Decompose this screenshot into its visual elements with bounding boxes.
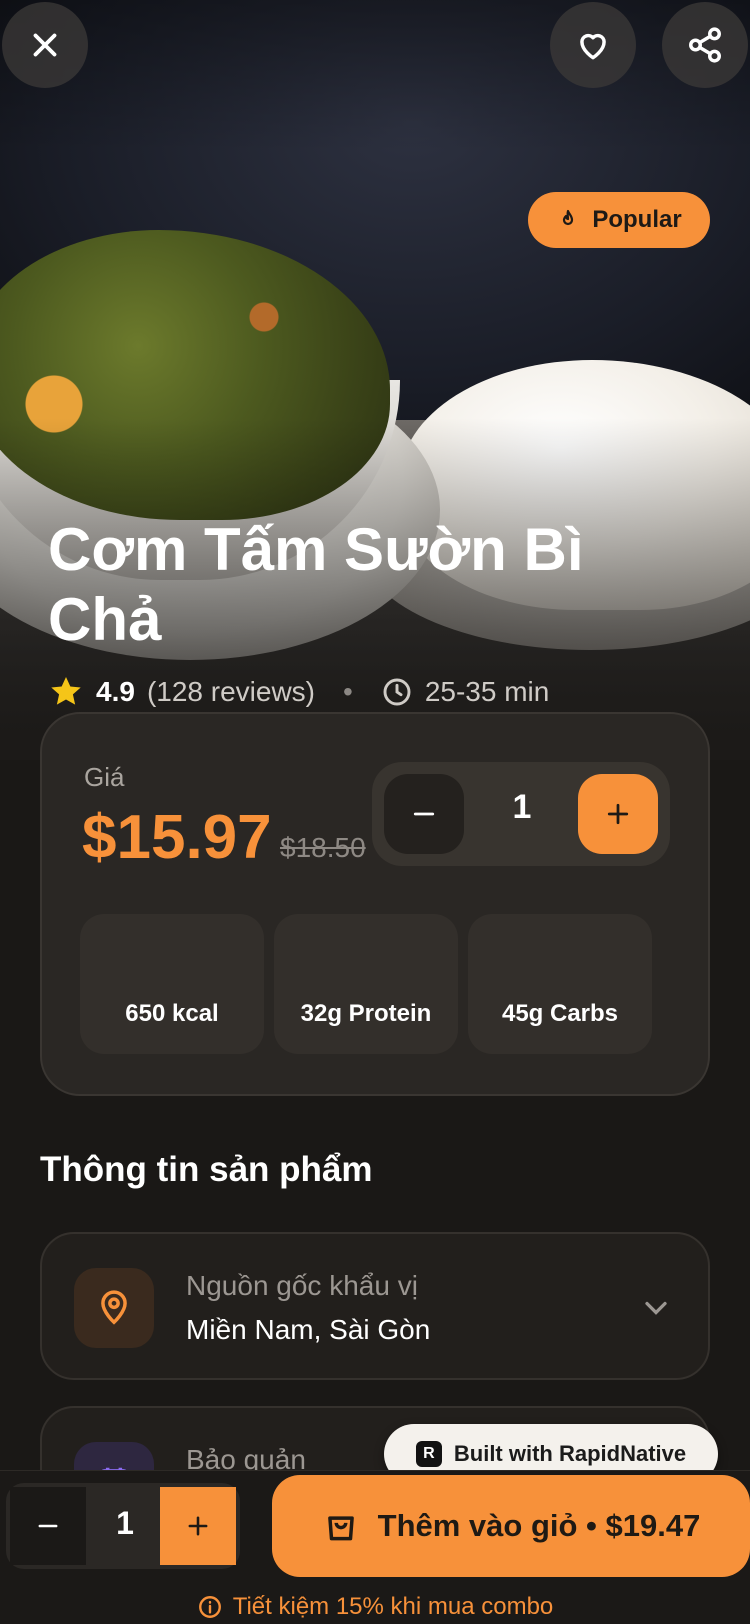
close-icon xyxy=(33,33,57,57)
bottom-decrease-button[interactable] xyxy=(10,1487,86,1565)
bottom-quantity-stepper: 1 xyxy=(6,1483,240,1569)
share-button[interactable] xyxy=(662,2,748,88)
origin-info-card[interactable]: Nguồn gốc khẩu vị Miền Nam, Sài Gòn xyxy=(40,1232,710,1380)
nutrition-calories: 650 kcal xyxy=(80,914,264,1054)
built-with-label: Built with RapidNative xyxy=(453,1441,687,1466)
minus-icon xyxy=(38,1524,58,1528)
info-icon-box xyxy=(74,1268,154,1348)
quantity-value: 1 xyxy=(512,788,532,826)
price-card: Giá $15.97 $18.50 1 650 kcal 32g Protein… xyxy=(40,712,710,1096)
origin-label: Nguồn gốc khẩu vị xyxy=(186,1270,418,1301)
origin-value: Miền Nam, Sài Gòn xyxy=(186,1314,431,1345)
rapidnative-logo: R xyxy=(415,1441,442,1467)
star-icon xyxy=(51,677,81,705)
share-icon xyxy=(689,27,721,63)
nutrition-protein: 32g Protein xyxy=(274,914,458,1054)
info-icon xyxy=(198,1596,221,1618)
dish-meta: 4.9 (128 reviews) • 25-35 min xyxy=(48,668,549,716)
decrease-button[interactable] xyxy=(384,774,464,854)
increase-button[interactable] xyxy=(578,774,658,854)
shopping-bag-icon xyxy=(327,1516,354,1541)
favorite-button[interactable] xyxy=(550,2,636,88)
add-to-cart-label: Thêm vào giỏ • $19.47 xyxy=(377,1508,701,1543)
delivery-time: 25-35 min xyxy=(424,676,550,707)
price-label: Giá xyxy=(84,762,125,792)
bottom-increase-button[interactable] xyxy=(160,1487,236,1565)
nutrition-carbs: 45g Carbs xyxy=(468,914,652,1054)
dish-title: Cơm Tấm Sườn Bì Chả xyxy=(48,516,584,653)
bottom-quantity-value: 1 xyxy=(116,1505,134,1541)
popular-badge: Popular xyxy=(528,192,710,248)
current-price: $15.97 xyxy=(82,803,272,872)
heart-icon xyxy=(580,33,606,60)
location-pin-icon xyxy=(101,1290,127,1325)
plus-icon xyxy=(607,803,629,825)
savings-note: Tiết kiệm 15% khi mua combo xyxy=(0,1593,750,1621)
chevron-down-icon[interactable] xyxy=(638,1290,674,1326)
clock-icon xyxy=(383,678,411,706)
savings-text: Tiết kiệm 15% khi mua combo xyxy=(232,1593,554,1620)
section-title: Thông tin sản phẩm xyxy=(40,1150,373,1189)
original-price: $18.50 xyxy=(280,832,366,863)
review-count[interactable]: (128 reviews) xyxy=(147,676,315,708)
quantity-stepper: 1 xyxy=(372,762,670,866)
plus-icon xyxy=(188,1516,208,1536)
rating-value: 4.9 xyxy=(96,676,135,707)
add-to-cart-button[interactable]: Thêm vào giỏ • $19.47 xyxy=(272,1475,750,1577)
separator-dot: • xyxy=(343,676,353,707)
close-button[interactable] xyxy=(2,2,88,88)
bottom-bar: 1 Thêm vào giỏ • $19.47 Tiết kiệm 15% kh… xyxy=(0,1470,750,1624)
popular-label: Popular xyxy=(592,206,682,233)
flame-icon xyxy=(563,209,574,226)
minus-icon xyxy=(413,812,435,816)
